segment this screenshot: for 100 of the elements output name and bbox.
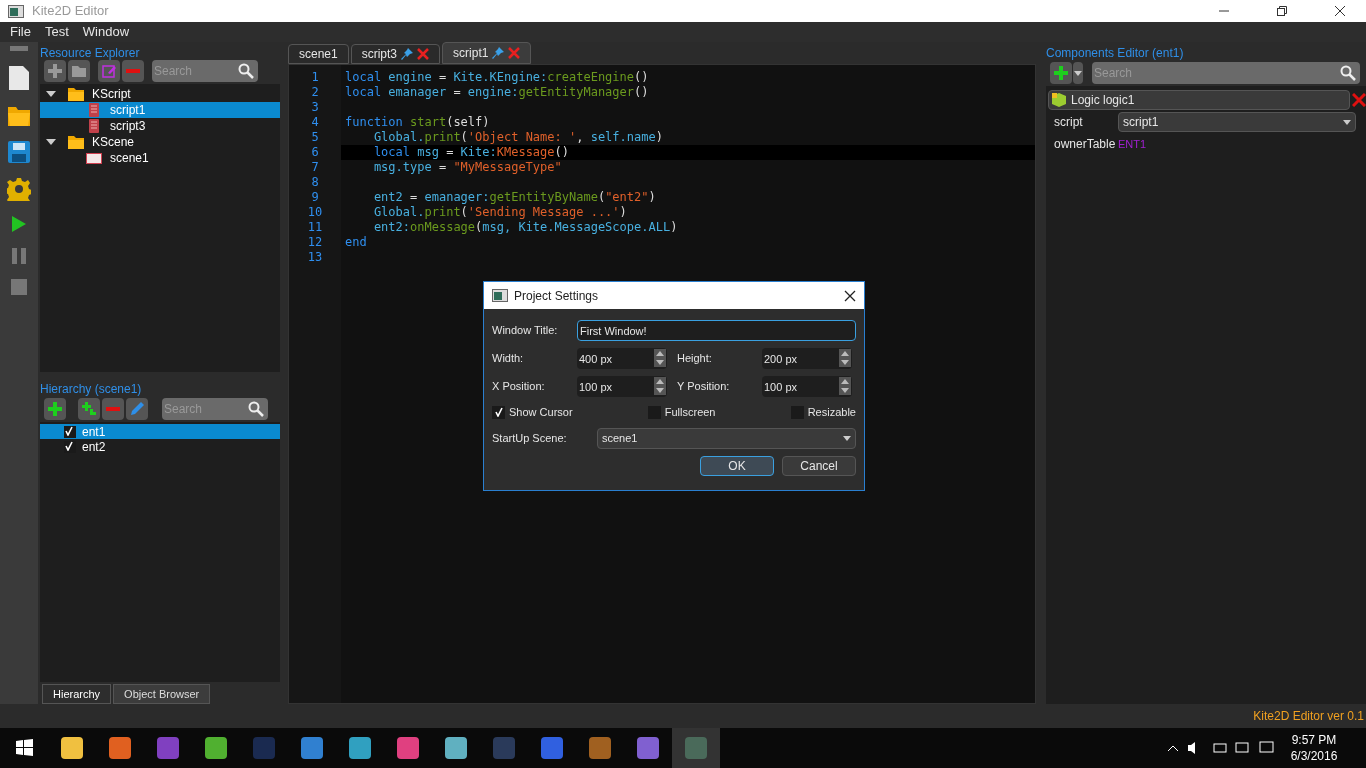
search-icon xyxy=(238,63,254,79)
checkbox[interactable] xyxy=(64,440,76,453)
add-component-button[interactable] xyxy=(1050,62,1072,84)
gear-icon[interactable] xyxy=(7,177,31,201)
app-icon[interactable] xyxy=(396,736,420,760)
close-icon[interactable] xyxy=(1334,5,1346,17)
field-label: X Position: xyxy=(492,379,546,395)
checkbox[interactable] xyxy=(64,425,76,438)
line-number: 5 xyxy=(311,130,319,145)
add-child-button[interactable] xyxy=(78,398,100,420)
scroll-icon xyxy=(86,103,102,117)
save-icon[interactable] xyxy=(8,141,30,163)
scene-dropdown[interactable]: scene1 xyxy=(597,427,856,449)
caret-icon xyxy=(1343,119,1351,125)
code-line: local engine = Kite.KEngine:createEngine() xyxy=(344,70,650,85)
scroll-icon xyxy=(86,119,102,133)
app-icon[interactable] xyxy=(60,736,84,760)
line-number: 2 xyxy=(311,85,319,100)
spinner-icon[interactable] xyxy=(654,377,666,395)
tree-item[interactable]: KScript xyxy=(40,86,280,102)
app-icon[interactable] xyxy=(300,736,324,760)
dialog-button[interactable]: OK xyxy=(700,455,774,476)
pin-icon[interactable] xyxy=(492,47,505,59)
spinner-icon[interactable] xyxy=(839,377,851,395)
property-dropdown[interactable]: script1 xyxy=(1118,112,1356,132)
plus-icon xyxy=(48,64,62,78)
entity-item[interactable]: ent1 xyxy=(40,424,280,439)
folder-button[interactable] xyxy=(68,60,90,82)
checkbox[interactable] xyxy=(492,405,505,419)
property-label: ownerTable xyxy=(1054,136,1117,153)
component-header[interactable]: Logic logic1 xyxy=(1048,90,1350,110)
app-icon[interactable] xyxy=(348,736,372,760)
code-line: end xyxy=(344,235,368,250)
add-button[interactable] xyxy=(44,398,66,420)
close-icon[interactable] xyxy=(844,289,856,302)
folder-icon xyxy=(68,87,84,101)
editor-tab[interactable]: script3 xyxy=(350,44,441,64)
maximize-icon[interactable] xyxy=(1276,5,1288,17)
editor-tab[interactable]: scene1 xyxy=(288,44,349,64)
tree-item[interactable]: script3 xyxy=(40,118,280,134)
line-number: 10 xyxy=(307,205,323,220)
panel-title: Hierarchy (scene1) xyxy=(40,381,143,396)
tree-item[interactable]: script1 xyxy=(40,102,280,118)
menu-item[interactable]: Window xyxy=(82,22,130,42)
play-icon[interactable] xyxy=(11,215,27,233)
plus-icon xyxy=(1054,66,1068,80)
dialog-title: Project Settings xyxy=(514,287,600,305)
remove-button[interactable] xyxy=(122,60,144,82)
edit-button[interactable] xyxy=(98,60,120,82)
code-line: Global.print('Object Name: ', self.name) xyxy=(372,130,664,145)
tray-icons-drawing[interactable] xyxy=(1166,740,1276,756)
panel-tab[interactable]: Hierarchy xyxy=(42,684,112,704)
scene-icon xyxy=(86,151,102,165)
caret-icon[interactable] xyxy=(46,138,56,146)
folder-icon xyxy=(72,65,86,77)
menu-item[interactable]: Test xyxy=(44,22,69,42)
menu-item[interactable]: File xyxy=(10,22,31,42)
field-label: Y Position: xyxy=(676,379,731,395)
window-title: Kite2D Editor xyxy=(32,2,109,21)
window-title-field[interactable]: First Window! xyxy=(577,320,856,341)
pencil-icon xyxy=(130,402,144,416)
field-label: Width: xyxy=(492,351,525,367)
tree-item[interactable]: scene1 xyxy=(40,150,280,166)
pause-icon[interactable] xyxy=(11,247,27,265)
caret-icon xyxy=(1074,70,1082,76)
caret-icon[interactable] xyxy=(46,90,56,98)
app-icon xyxy=(492,289,508,302)
spinner-icon[interactable] xyxy=(654,349,666,367)
editor-tab[interactable]: script1 xyxy=(442,42,532,64)
entity-item[interactable]: ent2 xyxy=(40,439,280,454)
line-number: 7 xyxy=(311,160,319,175)
app-icon[interactable] xyxy=(204,736,228,760)
edit-button[interactable] xyxy=(126,398,148,420)
panel-tab[interactable]: Object Browser xyxy=(113,684,211,704)
panel-title: Resource Explorer xyxy=(40,45,141,58)
grip-icon xyxy=(10,46,28,51)
line-number: 6 xyxy=(311,145,319,160)
app-icon[interactable] xyxy=(108,736,132,760)
pin-icon[interactable] xyxy=(401,48,414,60)
app-icon[interactable] xyxy=(444,736,468,760)
add-button[interactable] xyxy=(44,60,66,82)
code-line: function start(self) xyxy=(344,115,491,130)
dialog-button[interactable]: Cancel xyxy=(782,455,856,476)
spinner-icon[interactable] xyxy=(839,349,851,367)
folder-icon[interactable] xyxy=(7,105,31,127)
cube-icon xyxy=(1051,92,1067,108)
tree-item[interactable]: KScene xyxy=(40,134,280,150)
line-number: 4 xyxy=(311,115,319,130)
dropdown-button[interactable] xyxy=(1073,62,1083,84)
remove-button[interactable] xyxy=(102,398,124,420)
new-file-icon[interactable] xyxy=(8,65,30,91)
checkbox-label: Resizable xyxy=(807,405,856,420)
minus-icon xyxy=(106,407,120,411)
folder-icon xyxy=(68,135,84,149)
code-line: ent2:onMessage(msg, Kite.MessageScope.ALL) xyxy=(372,220,679,235)
line-number: 1 xyxy=(311,70,319,85)
line-number: 12 xyxy=(307,235,323,250)
line-number: 13 xyxy=(307,250,323,265)
line-number: 3 xyxy=(311,100,319,115)
dropdown-value: scene1 xyxy=(602,430,639,446)
